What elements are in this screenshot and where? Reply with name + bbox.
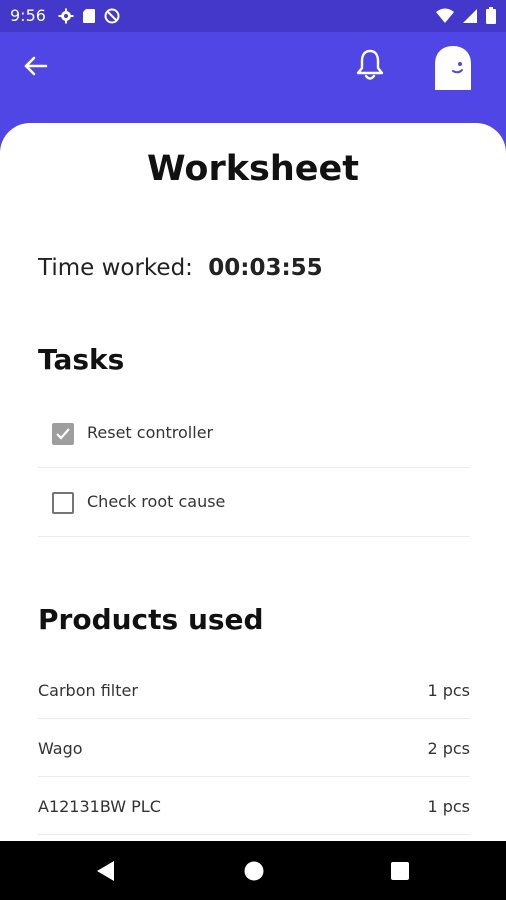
ghost-avatar-icon[interactable] bbox=[432, 44, 474, 92]
task-item[interactable]: Reset controller bbox=[38, 399, 470, 468]
battery-icon bbox=[486, 7, 496, 24]
time-worked-label: Time worked: bbox=[38, 255, 193, 281]
task-checkbox-unchecked[interactable] bbox=[52, 492, 74, 514]
product-row[interactable]: A12131BW PLC 1 pcs bbox=[38, 777, 470, 835]
system-nav-bar bbox=[0, 841, 506, 900]
task-label: Check root cause bbox=[87, 492, 226, 511]
wifi-icon bbox=[436, 8, 454, 23]
status-icons-left bbox=[58, 8, 120, 24]
bell-icon[interactable] bbox=[354, 48, 386, 82]
gear-icon bbox=[58, 8, 74, 24]
no-data-icon bbox=[104, 8, 120, 24]
checkmark-icon bbox=[56, 428, 70, 440]
product-row[interactable]: Wago 2 pcs bbox=[38, 719, 470, 777]
product-name: A12131BW PLC bbox=[38, 797, 161, 816]
product-name: Carbon filter bbox=[38, 681, 138, 700]
recents-square-icon[interactable] bbox=[386, 857, 414, 885]
time-worked-value: 00:03:55 bbox=[208, 255, 323, 281]
tasks-title: Tasks bbox=[38, 343, 125, 376]
products-title: Products used bbox=[38, 603, 264, 636]
sd-card-icon bbox=[83, 9, 95, 23]
task-item[interactable]: Check root cause bbox=[38, 468, 470, 537]
status-bar: 9:56 bbox=[0, 0, 506, 32]
signal-icon bbox=[463, 8, 477, 23]
page-title: Worksheet bbox=[147, 149, 359, 189]
worksheet-sheet: Worksheet Time worked: 00:03:55 Tasks Re… bbox=[0, 123, 506, 841]
arrow-left-icon[interactable] bbox=[20, 50, 52, 82]
time-worked-row: Time worked: 00:03:55 bbox=[38, 255, 323, 281]
product-name: Wago bbox=[38, 739, 83, 758]
product-quantity: 1 pcs bbox=[427, 797, 470, 816]
task-label: Reset controller bbox=[87, 423, 214, 442]
task-checkbox-checked[interactable] bbox=[52, 423, 74, 445]
product-quantity: 2 pcs bbox=[427, 739, 470, 758]
status-icons-right bbox=[436, 7, 496, 24]
home-circle-icon[interactable] bbox=[240, 857, 268, 885]
product-quantity: 1 pcs bbox=[427, 681, 470, 700]
status-time: 9:56 bbox=[10, 6, 46, 25]
app-bar bbox=[0, 32, 506, 124]
product-row[interactable]: Carbon filter 1 pcs bbox=[38, 661, 470, 719]
back-triangle-icon[interactable] bbox=[92, 857, 120, 885]
